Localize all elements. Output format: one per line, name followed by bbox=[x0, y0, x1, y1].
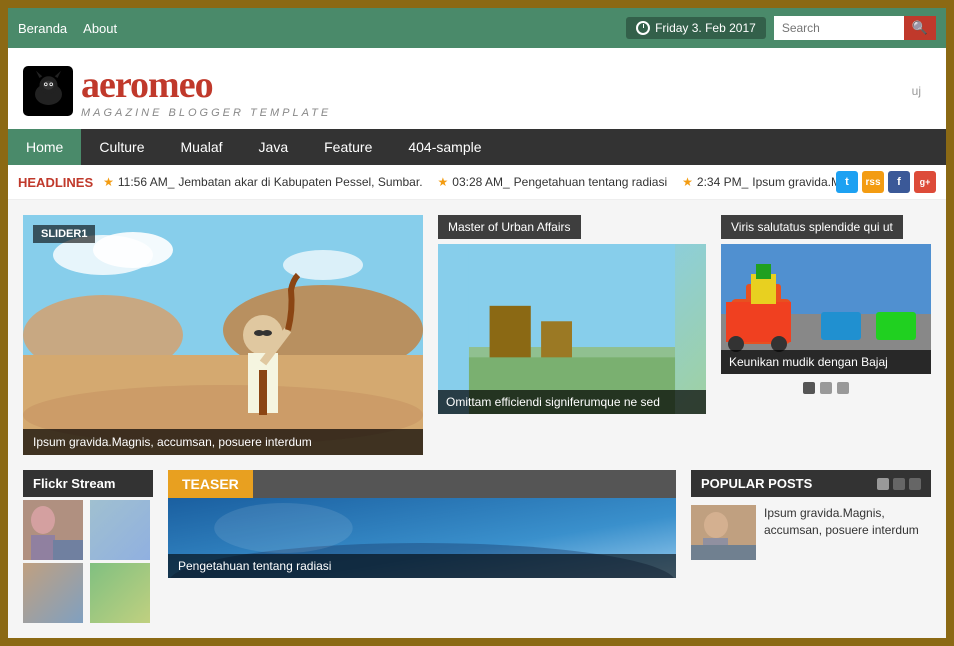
slider-main: SLIDER1 bbox=[23, 215, 423, 455]
logo-title: aeromeo bbox=[81, 63, 331, 107]
header-uj: uj bbox=[912, 84, 931, 98]
headline-text-1: Jembatan akar di Kabupaten Pessel, Sumba… bbox=[178, 175, 422, 189]
slider-label: SLIDER1 bbox=[33, 225, 95, 243]
flickr-img-2[interactable] bbox=[90, 500, 150, 560]
date-text: Friday 3. Feb 2017 bbox=[655, 21, 756, 35]
nav-java[interactable]: Java bbox=[241, 129, 307, 165]
slider-dots bbox=[721, 382, 931, 394]
topbar: Beranda About Friday 3. Feb 2017 🔍 bbox=[8, 8, 946, 48]
headline-text-3: Ipsum gravida.Mag bbox=[752, 175, 836, 189]
headlines-items: ★ 11:56 AM_ Jembatan akar di Kabupaten P… bbox=[103, 175, 836, 189]
popular-dots bbox=[877, 478, 921, 490]
popular-posts-title: POPULAR POSTS bbox=[701, 476, 812, 491]
middle-card-title: Master of Urban Affairs bbox=[438, 215, 581, 239]
flickr-images bbox=[23, 500, 153, 623]
popular-dot-3[interactable] bbox=[909, 478, 921, 490]
search-bar: 🔍 bbox=[774, 16, 936, 40]
teaser-widget: TEASER Pengetahuan tentang radiasi bbox=[168, 470, 676, 623]
star-icon-3: ★ bbox=[682, 175, 693, 189]
dot-3[interactable] bbox=[837, 382, 849, 394]
middle-cards: Master of Urban Affairs Omittam efficien… bbox=[438, 215, 706, 455]
middle-card-1: Master of Urban Affairs Omittam efficien… bbox=[438, 215, 706, 414]
topbar-nav-about[interactable]: About bbox=[83, 21, 117, 36]
topbar-nav-beranda[interactable]: Beranda bbox=[18, 21, 67, 36]
clock-icon bbox=[636, 21, 650, 35]
nav-feature[interactable]: Feature bbox=[306, 129, 390, 165]
middle-card-caption: Omittam efficiendi signiferumque ne sed bbox=[438, 390, 706, 414]
popular-item-1: Ipsum gravida.Magnis, accumsan, posuere … bbox=[691, 505, 931, 560]
headline-time-3: 2:34 PM_ bbox=[697, 175, 748, 189]
flickr-img-4[interactable] bbox=[90, 563, 150, 623]
headline-item-3: ★ 2:34 PM_ Ipsum gravida.Mag bbox=[682, 175, 836, 189]
twitter-icon[interactable]: t bbox=[836, 171, 858, 193]
slider-caption-text: Ipsum gravida.Magnis, accumsan, posuere … bbox=[33, 435, 312, 449]
headline-text-2: Pengetahuan tentang radiasi bbox=[514, 175, 667, 189]
main-nav: Home Culture Mualaf Java Feature 404-sam… bbox=[8, 129, 946, 165]
slider-section: SLIDER1 bbox=[23, 215, 423, 455]
search-button[interactable]: 🔍 bbox=[904, 16, 936, 40]
popular-item-text: Ipsum gravida.Magnis, accumsan, posuere … bbox=[764, 505, 931, 539]
flickr-img-3[interactable] bbox=[23, 563, 83, 623]
middle-card-image: Omittam efficiendi signiferumque ne sed bbox=[438, 244, 706, 414]
content-area: SLIDER1 bbox=[8, 200, 946, 470]
nav-mualaf[interactable]: Mualaf bbox=[163, 129, 241, 165]
teaser-label: TEASER bbox=[168, 470, 253, 498]
teaser-caption: Pengetahuan tentang radiasi bbox=[168, 554, 676, 578]
social-icons: t rss f g+ bbox=[836, 171, 936, 193]
headline-item-2: ★ 03:28 AM_ Pengetahuan tentang radiasi bbox=[438, 175, 668, 189]
popular-dot-2[interactable] bbox=[893, 478, 905, 490]
right-cards: Viris salutatus splendide qui ut bbox=[721, 215, 931, 455]
rss-icon[interactable]: rss bbox=[862, 171, 884, 193]
headline-time-2: 03:28 AM_ bbox=[452, 175, 509, 189]
right-card-title: Viris salutatus splendide qui ut bbox=[721, 215, 903, 239]
headlines-bar: HEADLINES ★ 11:56 AM_ Jembatan akar di K… bbox=[8, 165, 946, 200]
topbar-nav: Beranda About bbox=[18, 21, 117, 36]
star-icon-1: ★ bbox=[103, 175, 114, 189]
popular-thumb-1 bbox=[691, 505, 756, 560]
headlines-label: HEADLINES bbox=[18, 175, 93, 190]
flickr-widget: Flickr Stream bbox=[23, 470, 153, 623]
nav-404sample[interactable]: 404-sample bbox=[390, 129, 499, 165]
right-card-caption: Keunikan mudik dengan Bajaj bbox=[721, 350, 931, 374]
right-card-image: Keunikan mudik dengan Bajaj bbox=[721, 244, 931, 374]
logo-cat-icon bbox=[23, 66, 73, 116]
logo-subtitle: MAGAZINE BLOGGER TEMPLATE bbox=[81, 107, 331, 119]
popular-widget: POPULAR POSTS Ipsum gravida.Magnis, bbox=[691, 470, 931, 623]
nav-home[interactable]: Home bbox=[8, 129, 81, 165]
date-badge: Friday 3. Feb 2017 bbox=[626, 17, 766, 39]
teaser-content: Pengetahuan tentang radiasi bbox=[168, 498, 676, 578]
flickr-title: Flickr Stream bbox=[23, 470, 153, 497]
logo-area: aeromeo MAGAZINE BLOGGER TEMPLATE bbox=[23, 63, 331, 119]
bottom-section: Flickr Stream TEASER bbox=[8, 470, 946, 638]
nav-culture[interactable]: Culture bbox=[81, 129, 162, 165]
search-input[interactable] bbox=[774, 16, 904, 40]
header: aeromeo MAGAZINE BLOGGER TEMPLATE uj bbox=[8, 48, 946, 129]
dot-2[interactable] bbox=[820, 382, 832, 394]
star-icon-2: ★ bbox=[438, 175, 449, 189]
headline-time-1: 11:56 AM_ bbox=[118, 175, 174, 189]
right-card-1: Viris salutatus splendide qui ut bbox=[721, 215, 931, 394]
popular-header: POPULAR POSTS bbox=[691, 470, 931, 497]
gplus-icon[interactable]: g+ bbox=[914, 171, 936, 193]
teaser-header-bar: TEASER bbox=[168, 470, 676, 498]
headline-item-1: ★ 11:56 AM_ Jembatan akar di Kabupaten P… bbox=[103, 175, 422, 189]
popular-dot-1[interactable] bbox=[877, 478, 889, 490]
slider-caption: Ipsum gravida.Magnis, accumsan, posuere … bbox=[23, 429, 423, 455]
slider-image bbox=[23, 215, 423, 455]
logo-text: aeromeo MAGAZINE BLOGGER TEMPLATE bbox=[81, 63, 331, 119]
dot-1[interactable] bbox=[803, 382, 815, 394]
flickr-img-1[interactable] bbox=[23, 500, 83, 560]
topbar-right: Friday 3. Feb 2017 🔍 bbox=[626, 16, 936, 40]
facebook-icon[interactable]: f bbox=[888, 171, 910, 193]
